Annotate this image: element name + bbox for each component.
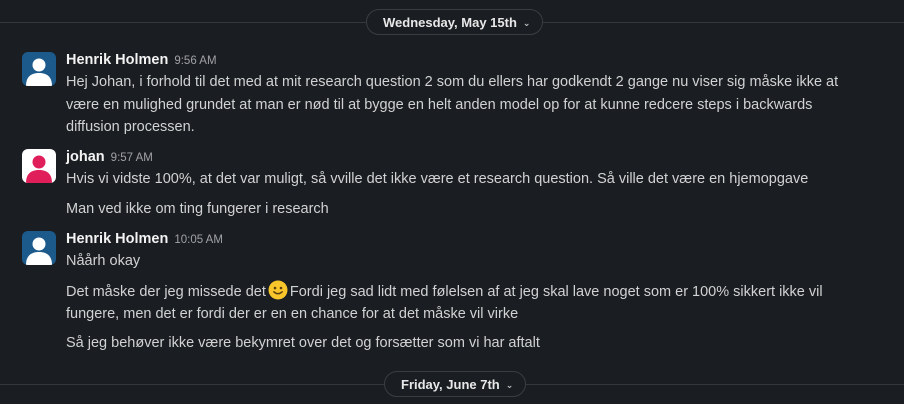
person-icon: [22, 149, 56, 183]
message-text: Hvis vi vidste 100%, at det var muligt, …: [66, 171, 809, 187]
message-text: fungere, men det er fordi der er en en c…: [66, 305, 519, 322]
message-text: Det måske der jeg missede det Fordi jeg s…: [66, 280, 886, 304]
message-text: Nåårh okay: [66, 253, 141, 269]
date-pill-june-7[interactable]: Friday, June 7th ⌄: [384, 371, 527, 398]
chevron-down-icon[interactable]: ⌄: [506, 372, 514, 398]
date-label: Friday, June 7th: [401, 377, 500, 392]
avatar[interactable]: [22, 231, 56, 265]
timestamp[interactable]: 9:57 AM: [111, 152, 153, 164]
author-name[interactable]: johan 9:57 AM: [66, 149, 153, 165]
timestamp[interactable]: 9:56 AM: [174, 55, 216, 67]
message-pane: Wednesday, May 15th ⌄ Henrik Holmen 9:56 A…: [0, 0, 904, 404]
timestamp[interactable]: 10:05 AM: [174, 234, 223, 246]
message-text: Så jeg behøver ikke være bekymret over d…: [66, 335, 540, 351]
message-text: Hej Johan, i forhold til det med at mit …: [66, 74, 839, 90]
author-name[interactable]: Henrik Holmen 9:56 AM: [66, 52, 217, 68]
message-text: diffusion processen.: [66, 119, 195, 135]
chevron-down-icon[interactable]: ⌄: [523, 10, 531, 36]
person-icon: [22, 52, 56, 86]
message-text: Man ved ikke om ting fungerer i research: [66, 201, 329, 217]
avatar[interactable]: [22, 52, 56, 86]
person-icon: [22, 231, 56, 265]
author-name[interactable]: Henrik Holmen 10:05 AM: [66, 231, 223, 247]
message-text: være en mulighed grundet at man er nød t…: [66, 96, 813, 113]
avatar[interactable]: [22, 149, 56, 183]
date-pill-may-15[interactable]: Wednesday, May 15th ⌄: [366, 9, 544, 36]
slightly-smiling-face-icon: [268, 280, 288, 300]
date-label: Wednesday, May 15th: [383, 15, 517, 30]
